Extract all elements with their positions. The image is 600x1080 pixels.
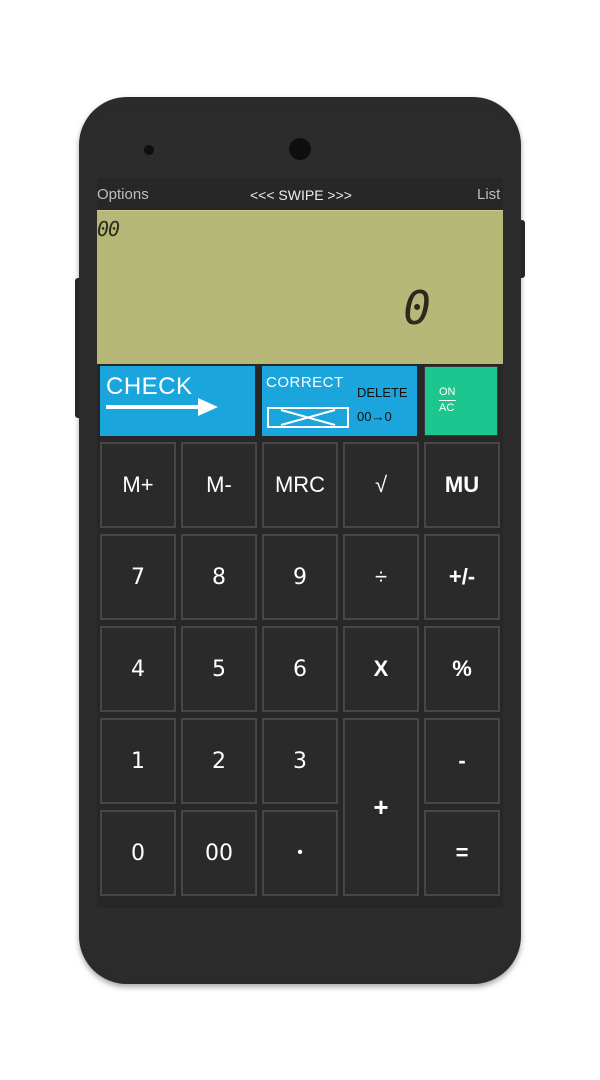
- digit-2-button[interactable]: 2: [181, 718, 257, 804]
- on-ac-label: ON AC: [439, 385, 456, 416]
- m-minus-button[interactable]: M-: [181, 442, 257, 528]
- equals-button[interactable]: =: [424, 810, 500, 896]
- digit-3-button[interactable]: 3: [262, 718, 338, 804]
- erase-icon: [267, 407, 349, 428]
- check-label: CHECK: [106, 373, 193, 400]
- sqrt-button[interactable]: √: [343, 442, 419, 528]
- digit-6-button[interactable]: 6: [262, 626, 338, 712]
- display-value: 0: [403, 281, 431, 335]
- digit-9-button[interactable]: 9: [262, 534, 338, 620]
- decimal-point-button[interactable]: •: [262, 810, 338, 896]
- front-camera: [289, 138, 311, 160]
- divide-button[interactable]: ÷: [343, 534, 419, 620]
- mrc-button[interactable]: MRC: [262, 442, 338, 528]
- multiply-button[interactable]: X: [343, 626, 419, 712]
- on-ac-button[interactable]: ON AC: [424, 366, 498, 436]
- digit-4-button[interactable]: 4: [100, 626, 176, 712]
- swipe-hint: <<< SWIPE >>>: [250, 187, 352, 203]
- zero-convert-label: 00→0: [357, 409, 392, 424]
- delete-label: DELETE: [357, 385, 408, 400]
- correct-label: CORRECT: [266, 374, 344, 391]
- check-button[interactable]: CHECK: [100, 366, 255, 436]
- on-label: ON: [439, 385, 456, 401]
- digit-5-button[interactable]: 5: [181, 626, 257, 712]
- ac-label: AC: [439, 402, 455, 414]
- options-link[interactable]: Options: [97, 186, 149, 206]
- memory-indicator: 00: [97, 217, 120, 241]
- percent-button[interactable]: %: [424, 626, 500, 712]
- arrow-right-icon: [106, 398, 218, 416]
- plus-minus-button[interactable]: +/-: [424, 534, 500, 620]
- list-link[interactable]: List: [477, 186, 500, 206]
- double-zero-button[interactable]: 00: [181, 810, 257, 896]
- plus-button[interactable]: +: [343, 718, 419, 896]
- digit-7-button[interactable]: 7: [100, 534, 176, 620]
- mu-button[interactable]: MU: [424, 442, 500, 528]
- correct-button[interactable]: CORRECT DELETE 00→0: [262, 366, 417, 436]
- minus-button[interactable]: -: [424, 718, 500, 804]
- lcd-display: 00 0: [97, 210, 503, 364]
- digit-0-button[interactable]: 0: [100, 810, 176, 896]
- proximity-sensor: [144, 145, 154, 155]
- m-plus-button[interactable]: M+: [100, 442, 176, 528]
- digit-8-button[interactable]: 8: [181, 534, 257, 620]
- digit-1-button[interactable]: 1: [100, 718, 176, 804]
